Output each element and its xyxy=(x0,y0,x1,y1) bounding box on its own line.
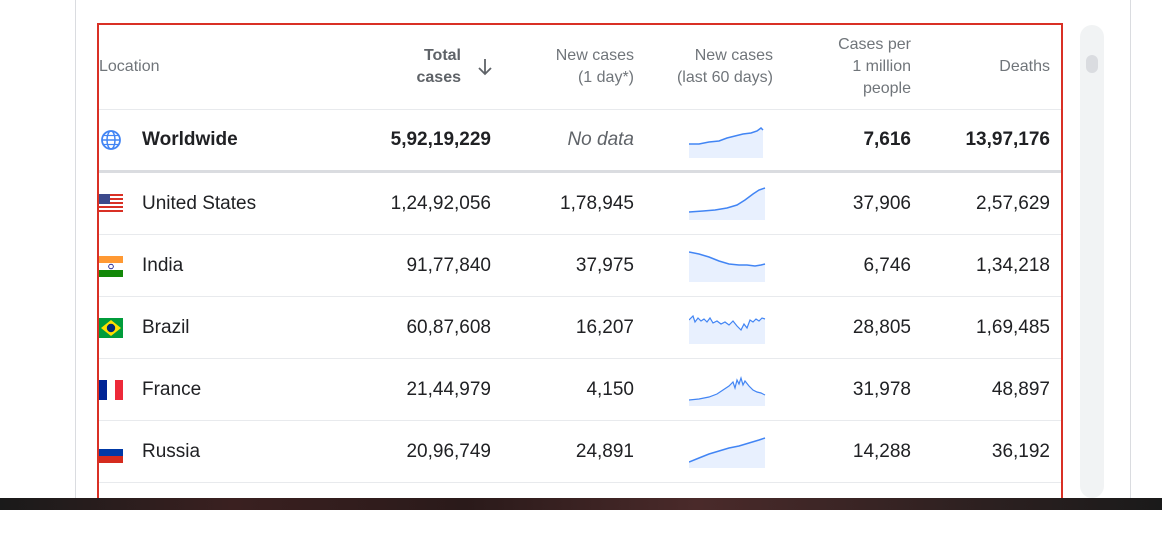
flag-france-icon xyxy=(99,379,123,400)
table-row-india[interactable]: India 91,77,840 37,975 6,746 1,34,218 xyxy=(99,235,1061,297)
total-cases-value: 91,77,840 xyxy=(406,254,491,276)
header-new-cases-60-line1: New cases xyxy=(694,47,773,64)
new-cases-value: 4,150 xyxy=(586,378,634,400)
table-row-worldwide[interactable]: Worldwide 5,92,19,229 No data 7,616 13,9… xyxy=(99,110,1061,173)
header-new-cases[interactable]: New cases (1 day*) xyxy=(556,25,634,109)
header-total-cases-label: Total cases xyxy=(417,45,462,89)
header-new-cases-60: New cases (last 60 days) xyxy=(677,25,773,109)
sparkline xyxy=(689,110,767,170)
header-per-million[interactable]: Cases per 1 million people xyxy=(838,25,911,109)
background-image-strip xyxy=(0,498,1162,510)
header-location-label: Location xyxy=(99,58,160,75)
flag-us-icon xyxy=(99,193,123,214)
total-cases-value: 1,24,92,056 xyxy=(390,192,491,214)
sparkline-chart xyxy=(689,127,764,158)
header-total-cases[interactable]: Total cases xyxy=(417,25,462,109)
location-name: Brazil xyxy=(142,316,190,338)
table-row-france[interactable]: France 21,44,979 4,150 31,978 48,897 xyxy=(99,359,1061,421)
header-deaths-label: Deaths xyxy=(999,58,1050,75)
header-per-million-line3: people xyxy=(862,80,911,97)
new-cases-value: 16,207 xyxy=(575,316,634,338)
header-per-million-line2: 1 million xyxy=(852,58,911,75)
sparkline-chart xyxy=(689,436,766,468)
total-cases-value: 60,87,608 xyxy=(406,316,491,338)
total-cases-value: 20,96,749 xyxy=(406,440,491,462)
deaths-value: 1,34,218 xyxy=(976,254,1050,276)
new-cases-value: No data xyxy=(567,129,634,150)
sparkline xyxy=(689,421,767,482)
header-per-million-line1: Cases per xyxy=(838,36,911,53)
header-new-cases-line2: (1 day*) xyxy=(577,69,634,86)
covid-stats-table: Location Total cases New cases (1 day*) … xyxy=(97,23,1063,509)
arrow-down-icon xyxy=(478,59,492,76)
sparkline xyxy=(689,359,767,420)
header-location[interactable]: Location xyxy=(99,25,160,109)
flag-russia-icon xyxy=(99,441,123,463)
table-scrollbar[interactable] xyxy=(1080,25,1104,498)
flag-brazil-icon xyxy=(99,317,123,338)
sparkline-chart xyxy=(689,186,766,220)
header-new-cases-60-label: New cases (last 60 days) xyxy=(677,45,773,89)
sparkline-chart xyxy=(689,375,766,406)
flag-india-icon xyxy=(99,255,123,277)
header-new-cases-label: New cases (1 day*) xyxy=(556,45,634,89)
table-row-brazil[interactable]: Brazil 60,87,608 16,207 28,805 1,69,485 xyxy=(99,297,1061,359)
new-cases-value: 1,78,945 xyxy=(560,192,634,214)
cases-per-million-value: 37,906 xyxy=(852,192,911,214)
sparkline xyxy=(689,297,767,358)
total-cases-value: 5,92,19,229 xyxy=(390,129,491,150)
deaths-value: 2,57,629 xyxy=(976,192,1050,214)
header-new-cases-60-line2: (last 60 days) xyxy=(676,69,773,86)
new-cases-value: 24,891 xyxy=(575,440,634,462)
header-per-million-label: Cases per 1 million people xyxy=(838,34,911,100)
card-left-border xyxy=(75,0,76,498)
cases-per-million-value: 7,616 xyxy=(863,129,911,150)
header-total-cases-line1: Total xyxy=(423,47,461,64)
card-right-border xyxy=(1130,0,1131,498)
sparkline xyxy=(689,235,767,296)
deaths-value: 1,69,485 xyxy=(976,316,1050,338)
table-row-united-states[interactable]: United States 1,24,92,056 1,78,945 37,90… xyxy=(99,173,1061,235)
scrollbar-thumb[interactable] xyxy=(1086,55,1098,73)
deaths-value: 36,192 xyxy=(991,440,1050,462)
cases-per-million-value: 28,805 xyxy=(852,316,911,338)
sort-indicator[interactable] xyxy=(469,25,493,109)
header-new-cases-line1: New cases xyxy=(555,47,634,64)
sparkline-chart xyxy=(689,314,766,344)
header-deaths[interactable]: Deaths xyxy=(999,25,1050,109)
table-row-russia[interactable]: Russia 20,96,749 24,891 14,288 36,192 xyxy=(99,421,1061,483)
table-header: Location Total cases New cases (1 day*) … xyxy=(99,25,1061,110)
deaths-value: 13,97,176 xyxy=(965,129,1050,150)
header-total-cases-line2: cases xyxy=(416,69,462,86)
globe-icon xyxy=(101,130,121,150)
location-name: Worldwide xyxy=(142,129,238,150)
location-name: United States xyxy=(142,192,257,214)
new-cases-value: 37,975 xyxy=(575,254,634,276)
total-cases-value: 21,44,979 xyxy=(406,378,491,400)
deaths-value: 48,897 xyxy=(991,378,1050,400)
location-name: India xyxy=(142,254,184,276)
sparkline-chart xyxy=(689,250,766,282)
cases-per-million-value: 6,746 xyxy=(863,254,911,276)
cases-per-million-value: 14,288 xyxy=(852,440,911,462)
location-name: France xyxy=(142,378,202,400)
sparkline xyxy=(689,173,767,234)
location-name: Russia xyxy=(142,440,201,462)
cases-per-million-value: 31,978 xyxy=(852,378,911,400)
